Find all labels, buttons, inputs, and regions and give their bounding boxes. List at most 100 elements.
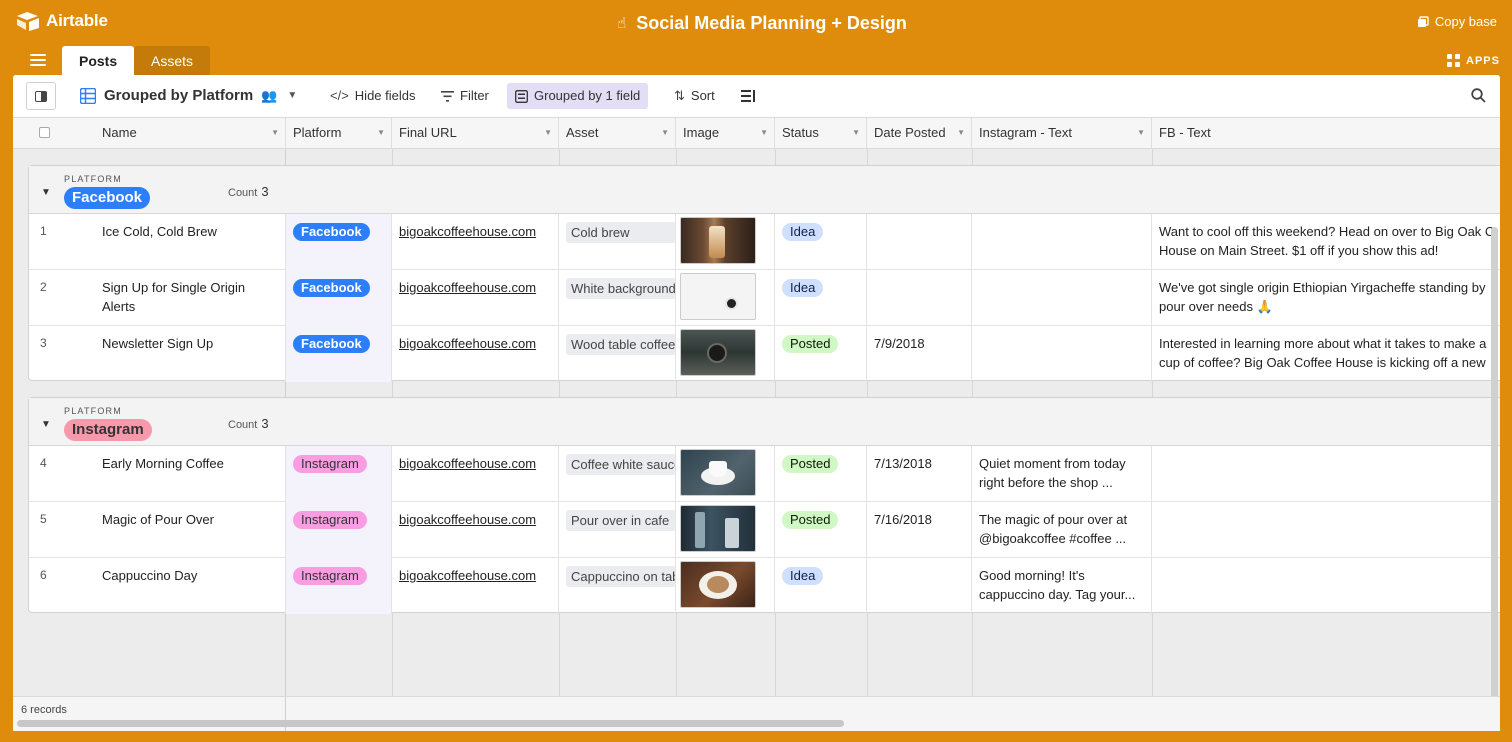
airtable-logo[interactable]: Airtable [16, 11, 108, 31]
group-header[interactable]: ▼ PLATFORM Facebook Count 3 [29, 166, 1500, 214]
url-cell[interactable]: bigoakcoffeehouse.com [392, 326, 559, 382]
copy-base-button[interactable]: Copy base [1417, 14, 1497, 29]
name-cell[interactable]: Newsletter Sign Up [89, 326, 286, 382]
asset-chip[interactable]: Cappuccino on table [566, 566, 675, 587]
coffee-saucer-photo[interactable] [680, 449, 756, 496]
date-cell[interactable] [867, 214, 972, 270]
image-cell[interactable] [676, 502, 775, 558]
row-height-button[interactable] [735, 83, 762, 109]
tab-assets[interactable]: Assets [134, 46, 211, 76]
date-cell[interactable] [867, 558, 972, 614]
column-header-fb-text[interactable]: FB - Text [1152, 118, 1500, 148]
tab-posts[interactable]: Posts [62, 46, 135, 76]
platform-cell[interactable]: Facebook [286, 326, 392, 382]
image-cell[interactable] [676, 270, 775, 326]
platform-cell[interactable]: Instagram [286, 558, 392, 614]
platform-cell[interactable]: Facebook [286, 214, 392, 270]
sidebar-toggle-button[interactable] [26, 82, 56, 110]
asset-cell[interactable]: Pour over in cafe [559, 502, 676, 558]
hamburger-menu-icon[interactable] [30, 52, 46, 68]
asset-chip[interactable]: Cold brew [566, 222, 675, 243]
instagram-text-cell[interactable] [972, 214, 1152, 270]
vertical-scrollbar[interactable] [1491, 227, 1498, 705]
table-row[interactable]: 4 Early Morning Coffee Instagram bigoakc… [29, 446, 1500, 502]
date-cell[interactable]: 7/16/2018 [867, 502, 972, 558]
image-cell[interactable] [676, 326, 775, 382]
asset-chip[interactable]: Wood table coffee [566, 334, 675, 355]
cold-brew-photo[interactable] [680, 217, 756, 264]
instagram-text-cell[interactable]: Quiet moment from today right before the… [972, 446, 1152, 502]
column-header-asset[interactable]: Asset ▼ [559, 118, 676, 148]
column-header-platform[interactable]: Platform ▼ [286, 118, 392, 148]
url-link[interactable]: bigoakcoffeehouse.com [399, 224, 536, 239]
url-link[interactable]: bigoakcoffeehouse.com [399, 456, 536, 471]
hide-fields-button[interactable]: </> Hide fields [322, 83, 424, 109]
asset-cell[interactable]: Cold brew [559, 214, 676, 270]
group-button[interactable]: Grouped by 1 field [507, 83, 649, 109]
column-header-image[interactable]: Image ▼ [676, 118, 775, 148]
date-cell[interactable] [867, 270, 972, 326]
url-cell[interactable]: bigoakcoffeehouse.com [392, 270, 559, 326]
url-link[interactable]: bigoakcoffeehouse.com [399, 568, 536, 583]
asset-cell[interactable]: Coffee white saucer [559, 446, 676, 502]
asset-cell[interactable]: Cappuccino on table [559, 558, 676, 614]
name-cell[interactable]: Early Morning Coffee [89, 446, 286, 502]
view-switcher[interactable]: Grouped by Platform 👥 ▼ [80, 87, 297, 104]
url-cell[interactable]: bigoakcoffeehouse.com [392, 502, 559, 558]
asset-chip[interactable]: Coffee white saucer [566, 454, 675, 475]
instagram-text-cell[interactable] [972, 270, 1152, 326]
asset-chip[interactable]: Pour over in cafe [566, 510, 675, 531]
platform-cell[interactable]: Instagram [286, 446, 392, 502]
image-cell[interactable] [676, 214, 775, 270]
cappuccino-photo[interactable] [680, 561, 756, 608]
status-cell[interactable]: Posted [775, 326, 867, 382]
group-header[interactable]: ▼ PLATFORM Instagram Count 3 [29, 398, 1500, 446]
column-header-date-posted[interactable]: Date Posted ▼ [867, 118, 972, 148]
fb-text-cell[interactable]: Interested in learning more about what i… [1152, 326, 1500, 382]
status-cell[interactable]: Posted [775, 446, 867, 502]
instagram-text-cell[interactable] [972, 326, 1152, 382]
status-cell[interactable]: Idea [775, 558, 867, 614]
horizontal-scrollbar[interactable] [17, 720, 844, 727]
column-header-name[interactable]: Name ▼ [13, 118, 286, 148]
search-icon[interactable] [1471, 88, 1486, 106]
table-row[interactable]: 1 Ice Cold, Cold Brew Facebook bigoakcof… [29, 214, 1500, 270]
column-header-final-url[interactable]: Final URL ▼ [392, 118, 559, 148]
image-cell[interactable] [676, 558, 775, 614]
url-link[interactable]: bigoakcoffeehouse.com [399, 512, 536, 527]
url-cell[interactable]: bigoakcoffeehouse.com [392, 558, 559, 614]
name-cell[interactable]: Ice Cold, Cold Brew [89, 214, 286, 270]
pour-over-photo[interactable] [680, 505, 756, 552]
name-cell[interactable]: Sign Up for Single Origin Alerts [89, 270, 286, 326]
fb-text-cell[interactable]: Want to cool off this weekend? Head on o… [1152, 214, 1500, 270]
platform-cell[interactable]: Facebook [286, 270, 392, 326]
table-row[interactable]: 6 Cappuccino Day Instagram bigoakcoffeeh… [29, 558, 1500, 614]
table-row[interactable]: 3 Newsletter Sign Up Facebook bigoakcoff… [29, 326, 1500, 382]
url-cell[interactable]: bigoakcoffeehouse.com [392, 446, 559, 502]
name-cell[interactable]: Magic of Pour Over [89, 502, 286, 558]
date-cell[interactable]: 7/13/2018 [867, 446, 972, 502]
status-cell[interactable]: Idea [775, 214, 867, 270]
image-cell[interactable] [676, 446, 775, 502]
column-header-status[interactable]: Status ▼ [775, 118, 867, 148]
status-cell[interactable]: Posted [775, 502, 867, 558]
url-cell[interactable]: bigoakcoffeehouse.com [392, 214, 559, 270]
base-title[interactable]: ☝ Social Media Planning + Design [617, 13, 907, 34]
wood-table-photo[interactable] [680, 329, 756, 376]
table-row[interactable]: 2 Sign Up for Single Origin Alerts Faceb… [29, 270, 1500, 326]
instagram-text-cell[interactable]: The magic of pour over at @bigoakcoffee … [972, 502, 1152, 558]
status-cell[interactable]: Idea [775, 270, 867, 326]
date-cell[interactable]: 7/9/2018 [867, 326, 972, 382]
asset-chip[interactable]: White background [566, 278, 675, 299]
asset-cell[interactable]: White background [559, 270, 676, 326]
fb-text-cell[interactable] [1152, 558, 1500, 614]
select-all-checkbox[interactable] [39, 127, 50, 138]
column-header-instagram-text[interactable]: Instagram - Text ▼ [972, 118, 1152, 148]
collapse-triangle-icon[interactable]: ▼ [41, 187, 51, 198]
asset-cell[interactable]: Wood table coffee [559, 326, 676, 382]
url-link[interactable]: bigoakcoffeehouse.com [399, 280, 536, 295]
white-background-photo[interactable] [680, 273, 756, 320]
fb-text-cell[interactable]: We've got single origin Ethiopian Yirgac… [1152, 270, 1500, 326]
apps-button[interactable]: APPS [1447, 54, 1500, 67]
fb-text-cell[interactable] [1152, 446, 1500, 502]
